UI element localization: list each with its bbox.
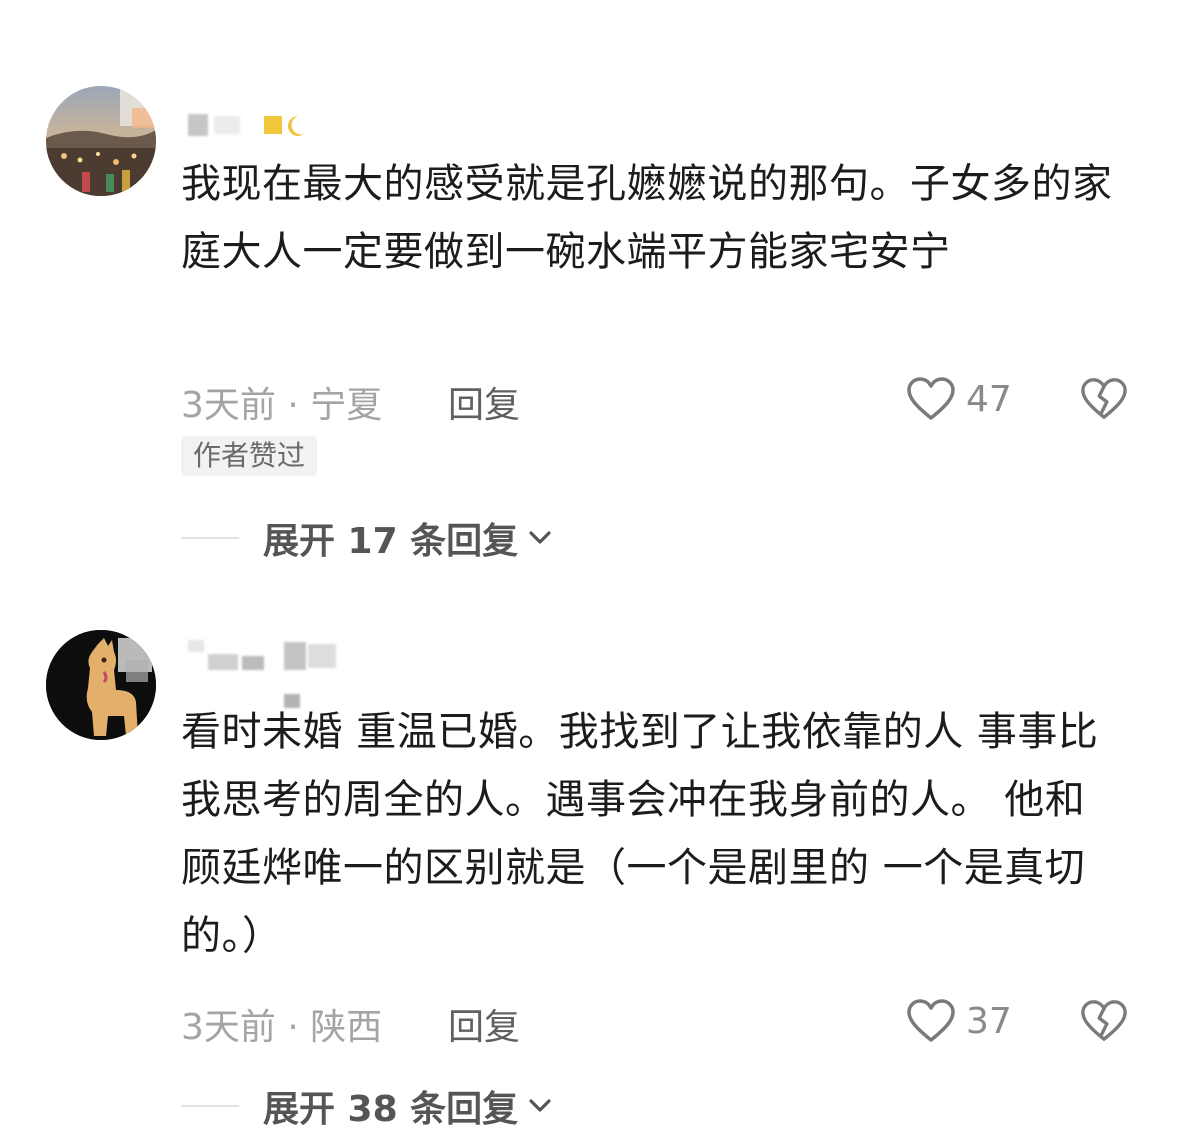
reply-button[interactable]: 回复 — [448, 998, 520, 1050]
chevron-down-icon — [529, 1099, 551, 1112]
expand-replies-label: 展开 17 条回复 — [263, 521, 519, 562]
username-blur — [284, 642, 306, 670]
avatar[interactable] — [46, 86, 156, 196]
like-button[interactable]: 37 — [906, 998, 1012, 1044]
like-button[interactable]: 47 — [906, 376, 1012, 422]
comment-text: 我现在最大的感受就是孔嬷嬷说的那句。子女多的家庭大人一定要做到一碗水端平方能家宅… — [181, 161, 1113, 275]
expand-replies-button[interactable]: 展开 17 条回复 — [181, 512, 552, 564]
alpaca-avatar-icon — [46, 630, 156, 740]
dislike-button[interactable] — [1080, 376, 1128, 426]
heart-icon — [907, 377, 955, 420]
username-blur — [208, 654, 238, 670]
username-blur — [188, 114, 208, 136]
broken-heart-icon — [1081, 378, 1127, 419]
moon-icon — [288, 116, 304, 136]
expand-replies-button[interactable]: 展开 38 条回复 — [181, 1080, 552, 1132]
comment-meta: 3天前 · 宁夏 — [181, 385, 383, 426]
divider — [181, 537, 239, 539]
dislike-button[interactable] — [1080, 998, 1128, 1048]
username-blur — [242, 656, 264, 670]
username[interactable] — [188, 640, 348, 710]
heart-icon — [907, 999, 955, 1042]
reply-button[interactable]: 回复 — [448, 376, 520, 428]
username-blur — [284, 694, 300, 708]
username[interactable] — [188, 112, 328, 142]
avatar[interactable] — [46, 630, 156, 740]
comment-text: 看时未婚 重温已婚。我找到了让我依靠的人 事事比我思考的周全的人。遇事会冲在我身… — [181, 709, 1099, 959]
username-blur — [308, 644, 336, 668]
username-blur — [214, 116, 240, 134]
comment-meta: 3天前 · 陕西 — [181, 1007, 383, 1048]
username-blur — [188, 640, 204, 652]
landscape-avatar-icon — [46, 86, 156, 196]
username-blur — [264, 116, 282, 134]
comment-item: 我现在最大的感受就是孔嬷嬷说的那句。子女多的家庭大人一定要做到一碗水端平方能家宅… — [0, 0, 1179, 580]
broken-heart-icon — [1081, 1000, 1127, 1041]
chevron-down-icon — [529, 531, 551, 544]
expand-replies-label: 展开 38 条回复 — [263, 1089, 519, 1130]
author-liked-badge: 作者赞过 — [181, 436, 318, 476]
like-count: 47 — [966, 378, 1012, 420]
divider — [181, 1105, 239, 1107]
like-count: 37 — [966, 1000, 1012, 1042]
